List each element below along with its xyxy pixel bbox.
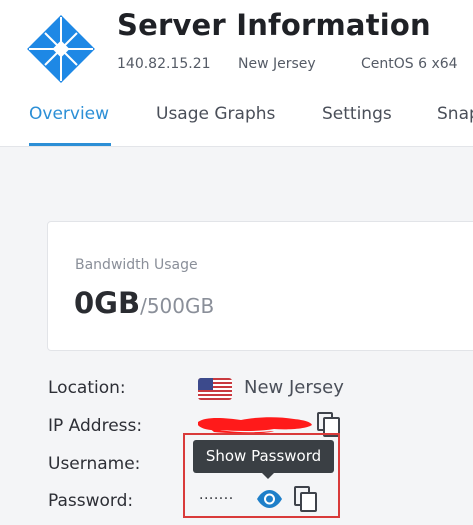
redacted-ip-value — [198, 417, 312, 434]
show-password-tooltip: Show Password — [193, 440, 334, 473]
ip-address-label: IP Address: — [48, 416, 143, 436]
page-title: Server Information — [117, 8, 431, 42]
tab-overview[interactable]: Overview — [29, 104, 109, 124]
bandwidth-label: Bandwidth Usage — [75, 257, 198, 273]
server-os-text: CentOS 6 x64 — [361, 56, 458, 72]
us-flag-icon — [198, 378, 232, 400]
tab-snapshots[interactable]: Snap — [437, 104, 473, 124]
server-header: Server Information 140.82.15.21 New Jers… — [0, 0, 473, 147]
tabs-divider — [0, 146, 473, 147]
tab-settings[interactable]: Settings — [322, 104, 392, 124]
username-label: Username: — [48, 454, 141, 474]
tab-usage-graphs[interactable]: Usage Graphs — [156, 104, 275, 124]
server-logo-icon — [27, 15, 95, 83]
bandwidth-used: 0GB — [74, 286, 141, 320]
bandwidth-value: 0GB/500GB — [74, 286, 214, 320]
password-label: Password: — [48, 491, 134, 511]
bandwidth-total: /500GB — [140, 294, 215, 318]
server-ip-text: 140.82.15.21 — [117, 56, 211, 72]
location-value: New Jersey — [244, 377, 344, 398]
location-label: Location: — [48, 378, 126, 398]
bandwidth-card: Bandwidth Usage 0GB/500GB — [47, 221, 473, 351]
tooltip-arrow — [262, 473, 274, 479]
server-location-text: New Jersey — [238, 56, 316, 72]
